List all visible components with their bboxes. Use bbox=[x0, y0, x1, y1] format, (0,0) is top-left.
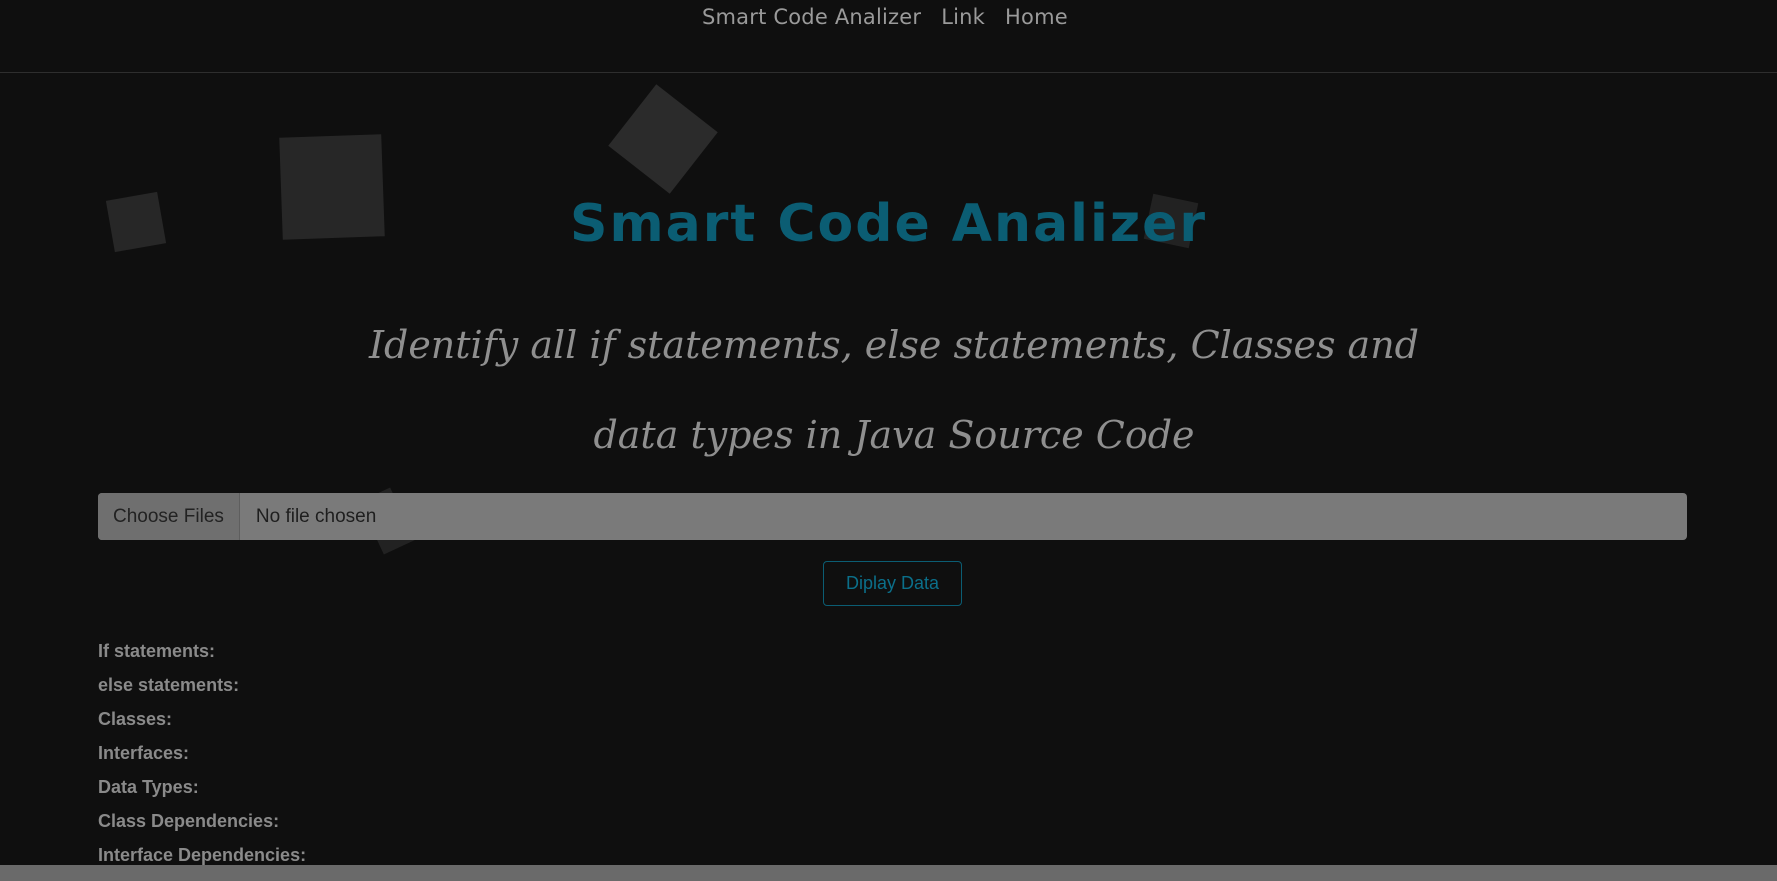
page-subtitle: Identify all if statements, else stateme… bbox=[368, 323, 1419, 457]
result-label-classes: Classes: bbox=[98, 709, 173, 729]
page-title: Smart Code Analizer bbox=[570, 194, 1207, 254]
choose-files-button[interactable]: Choose Files bbox=[98, 493, 240, 540]
bottom-scroll-bar[interactable] bbox=[0, 865, 1777, 881]
display-data-button[interactable]: Diplay Data bbox=[823, 561, 962, 606]
top-navbar: Smart Code Analizer Link Home bbox=[0, 0, 1777, 73]
results-list: If statements: else statements: Classes:… bbox=[98, 637, 306, 875]
nav-brand-link[interactable]: Smart Code Analizer bbox=[702, 4, 931, 30]
nav-home-link[interactable]: Home bbox=[995, 4, 1078, 30]
decorative-square bbox=[608, 84, 718, 194]
result-label-interfaces: Interfaces: bbox=[98, 743, 190, 763]
result-label-class-dependencies: Class Dependencies: bbox=[98, 811, 280, 831]
result-label-data-types: Data Types: bbox=[98, 777, 199, 797]
page: Smart Code Analizer Link Home Smart Code… bbox=[0, 0, 1777, 881]
file-upload-input[interactable]: Choose Files No file chosen bbox=[98, 493, 1687, 540]
file-status-text: No file chosen bbox=[255, 505, 377, 527]
result-label-if: If statements: bbox=[98, 641, 216, 661]
nav-links: Smart Code Analizer Link Home bbox=[702, 4, 1078, 30]
nav-link[interactable]: Link bbox=[931, 4, 995, 30]
result-label-else: else statements: bbox=[98, 675, 240, 695]
